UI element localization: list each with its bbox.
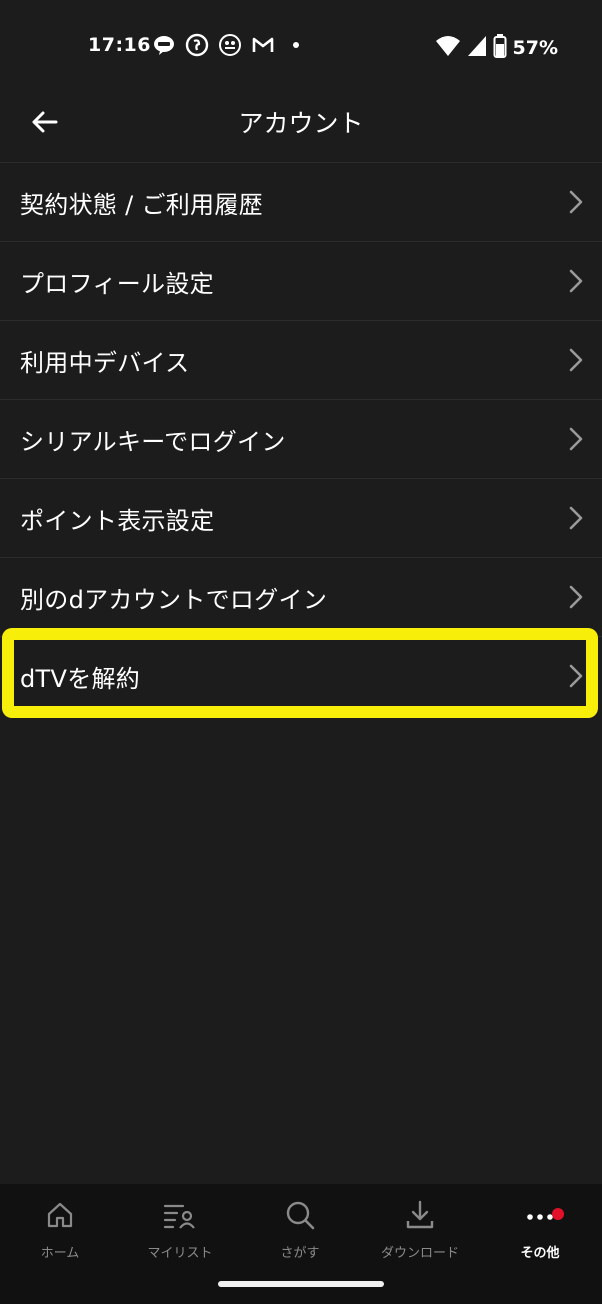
chevron-right-icon [569, 664, 583, 688]
home-icon [43, 1198, 77, 1232]
chevron-right-icon [569, 269, 583, 293]
menu-item-label: 別のdアカウントでログイン [20, 585, 328, 614]
home-indicator[interactable] [218, 1281, 384, 1287]
line-icon [152, 33, 176, 57]
menu-item-label: 利用中デバイス [20, 348, 190, 377]
nav-item-search[interactable]: さがす [240, 1198, 360, 1268]
chevron-right-icon [569, 427, 583, 451]
notification-badge [552, 1208, 564, 1220]
menu-item-serial-key-login[interactable]: シリアルキーでログイン [0, 399, 602, 478]
notification-icons [152, 33, 308, 57]
asoview-icon [218, 33, 242, 57]
search-icon [283, 1198, 317, 1232]
battery-icon [493, 34, 507, 62]
nav-label: さがす [280, 1246, 320, 1261]
dot-icon [284, 33, 308, 57]
menu-item-point-display[interactable]: ポイント表示設定 [0, 478, 602, 557]
nav-item-download[interactable]: ダウンロード [360, 1198, 480, 1268]
download-icon [403, 1198, 437, 1232]
nav-item-mylist[interactable]: マイリスト [120, 1198, 240, 1268]
nav-label: その他 [520, 1246, 560, 1261]
menu-item-label: シリアルキーでログイン [20, 427, 286, 456]
chevron-right-icon [569, 506, 583, 530]
menu-item-cancel-dtv[interactable]: dTVを解約 [0, 636, 602, 715]
status-right: 57% [435, 34, 558, 62]
menu-item-profile-settings[interactable]: プロフィール設定 [0, 241, 602, 320]
menu-item-label: dTVを解約 [20, 664, 141, 693]
chevron-right-icon [569, 190, 583, 214]
menu-item-label: プロフィール設定 [20, 269, 214, 298]
nav-item-home[interactable]: ホーム [0, 1198, 120, 1268]
menu-item-contract-history[interactable]: 契約状態 / ご利用履歴 [0, 162, 602, 241]
chevron-right-icon [569, 348, 583, 372]
nav-label: マイリスト [147, 1246, 213, 1261]
account-menu: 契約状態 / ご利用履歴 プロフィール設定 利用中デバイス シリアルキーでログイ… [0, 162, 602, 715]
nav-label: ダウンロード [380, 1246, 459, 1261]
page-title: アカウント [238, 109, 364, 138]
menu-item-other-account-login[interactable]: 別のdアカウントでログイン [0, 557, 602, 636]
status-bar: 17:16 57% [0, 0, 602, 92]
gmail-icon [251, 33, 275, 57]
battery-percent: 57% [512, 37, 558, 59]
status-time: 17:16 [88, 34, 151, 56]
mylist-icon [163, 1198, 197, 1232]
fan-icon [185, 33, 209, 57]
chevron-right-icon [569, 585, 583, 609]
menu-item-devices[interactable]: 利用中デバイス [0, 320, 602, 399]
wifi-icon [435, 35, 461, 61]
signal-icon [467, 35, 487, 61]
menu-item-label: ポイント表示設定 [20, 506, 215, 535]
nav-item-more[interactable]: その他 [480, 1198, 600, 1268]
app-bar: アカウント [0, 92, 602, 162]
nav-label: ホーム [40, 1246, 80, 1261]
menu-item-label: 契約状態 / ご利用履歴 [20, 190, 263, 219]
